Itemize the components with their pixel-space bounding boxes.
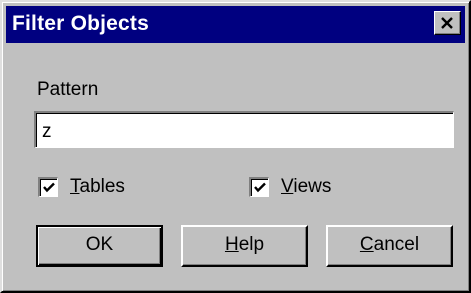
checkmark-icon <box>254 182 266 193</box>
help-button[interactable]: Help <box>181 225 308 267</box>
dialog-title: Filter Objects <box>12 12 150 35</box>
views-label: Views <box>281 176 331 198</box>
tables-label: Tables <box>70 176 125 198</box>
tables-label-rest: ables <box>79 176 125 197</box>
views-checkbox-option[interactable]: Views <box>249 176 331 198</box>
help-button-label-rest: elp <box>238 234 265 255</box>
checkmark-icon <box>43 182 55 193</box>
pattern-input[interactable] <box>34 111 454 148</box>
filter-objects-dialog: Filter Objects Pattern Tables Views OK H… <box>0 0 471 293</box>
cancel-mnemonic: C <box>359 234 374 255</box>
cancel-button[interactable]: Cancel <box>326 225 453 267</box>
title-bar[interactable]: Filter Objects <box>6 6 465 43</box>
ok-button-label: OK <box>85 234 114 255</box>
views-checkbox[interactable] <box>249 177 269 197</box>
tables-checkbox-option[interactable]: Tables <box>38 176 125 198</box>
close-icon <box>441 17 453 29</box>
cancel-button-label-rest: ancel <box>373 234 420 255</box>
ok-button[interactable]: OK <box>36 225 163 267</box>
views-label-rest: iews <box>293 176 332 197</box>
tables-mnemonic: T <box>70 176 80 197</box>
close-button[interactable] <box>434 11 461 35</box>
views-mnemonic: V <box>281 176 294 197</box>
pattern-label: Pattern <box>37 79 99 100</box>
tables-checkbox[interactable] <box>38 177 58 197</box>
help-mnemonic: H <box>224 234 239 255</box>
